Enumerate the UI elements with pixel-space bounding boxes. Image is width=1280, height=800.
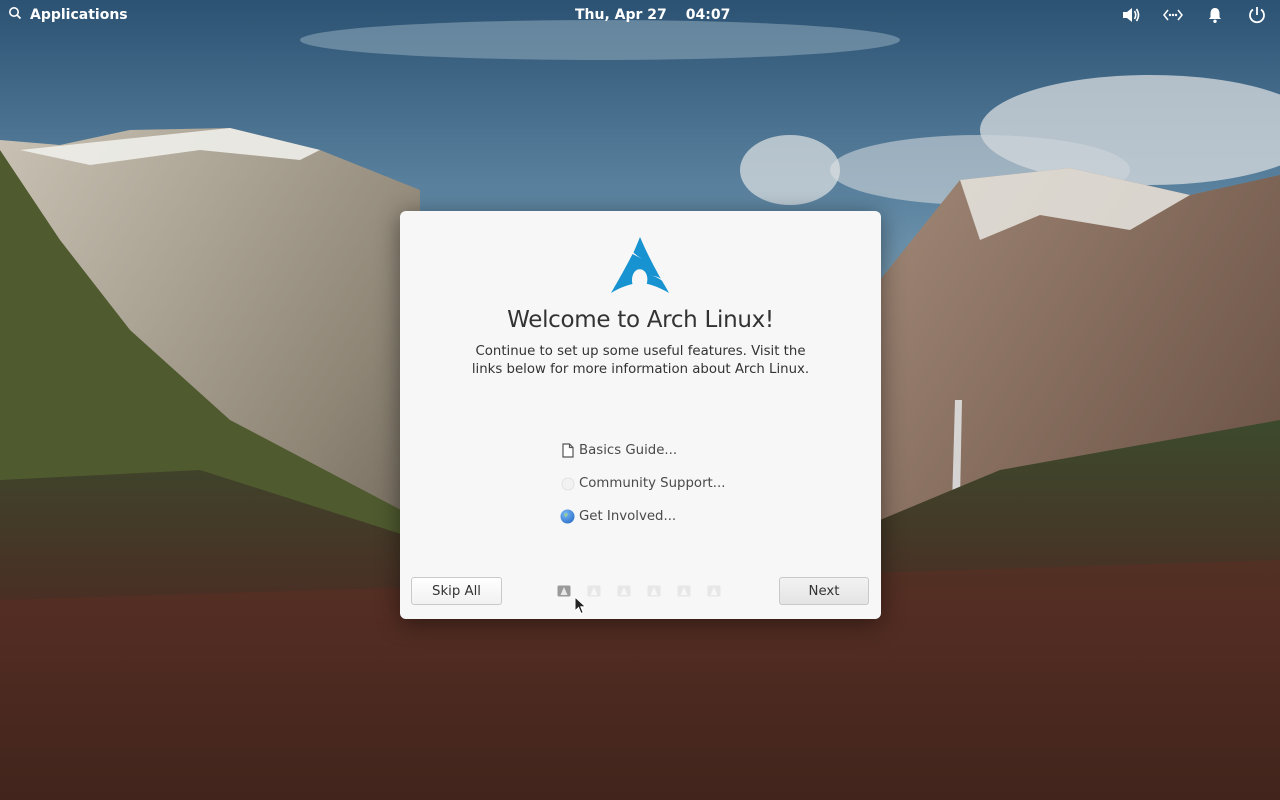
page-5-icon[interactable] xyxy=(677,584,691,598)
community-support-label: Community Support... xyxy=(579,476,726,491)
desktop: Applications Thu, Apr 27 04:07 Welcome t… xyxy=(0,0,1280,800)
dialog-description: Continue to set up some useful features.… xyxy=(471,344,810,377)
applications-button[interactable]: Applications xyxy=(8,0,128,30)
info-links: Basics Guide... Community Support... Get… xyxy=(560,434,760,533)
page-6-icon[interactable] xyxy=(707,584,721,598)
notification-bell-icon[interactable] xyxy=(1204,4,1226,26)
welcome-dialog: Welcome to Arch Linux! Continue to set u… xyxy=(400,211,881,619)
time-text: 04:07 xyxy=(685,7,731,23)
skip-all-button[interactable]: Skip All xyxy=(411,577,502,605)
community-icon xyxy=(560,476,575,491)
basics-guide-link[interactable]: Basics Guide... xyxy=(560,434,760,467)
date-text: Thu, Apr 27 xyxy=(575,7,667,23)
network-icon[interactable] xyxy=(1162,4,1184,26)
get-involved-link[interactable]: Get Involved... xyxy=(560,500,760,533)
page-4-icon[interactable] xyxy=(647,584,661,598)
search-icon xyxy=(8,6,22,24)
page-2-icon[interactable] xyxy=(587,584,601,598)
page-1-icon[interactable] xyxy=(557,584,571,598)
top-panel: Applications Thu, Apr 27 04:07 xyxy=(0,0,1280,30)
clock[interactable]: Thu, Apr 27 04:07 xyxy=(575,0,730,30)
next-button[interactable]: Next xyxy=(779,577,869,605)
basics-guide-label: Basics Guide... xyxy=(579,443,678,458)
arch-linux-logo xyxy=(611,236,669,294)
applications-label: Applications xyxy=(30,7,128,23)
dialog-title: Welcome to Arch Linux! xyxy=(507,307,774,333)
page-3-icon[interactable] xyxy=(617,584,631,598)
document-icon xyxy=(560,443,575,458)
volume-icon[interactable] xyxy=(1120,4,1142,26)
system-tray xyxy=(1120,0,1268,30)
mouse-cursor-icon xyxy=(574,595,588,616)
globe-icon xyxy=(560,509,575,524)
community-support-link[interactable]: Community Support... xyxy=(560,467,760,500)
power-icon[interactable] xyxy=(1246,4,1268,26)
get-involved-label: Get Involved... xyxy=(579,509,677,524)
